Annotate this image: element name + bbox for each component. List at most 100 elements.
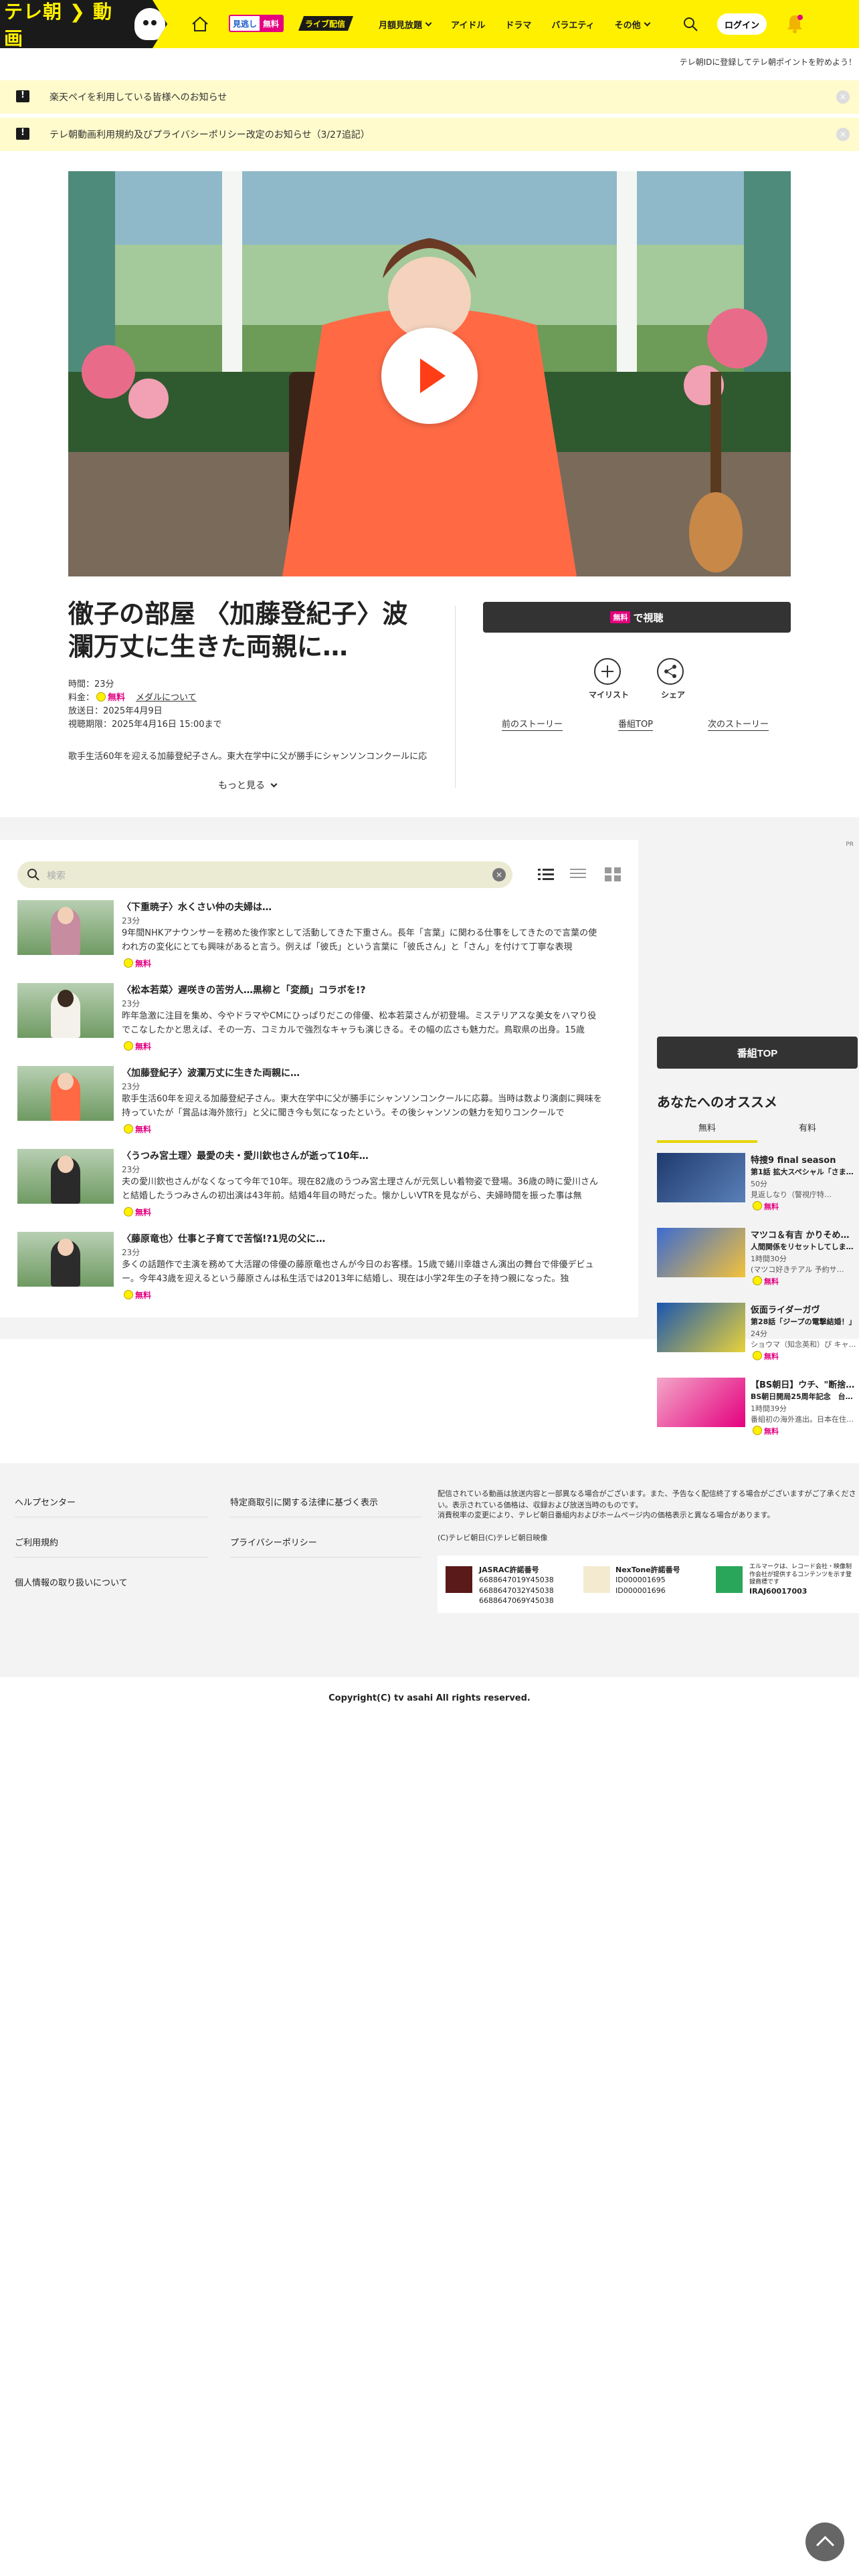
- recommend-duration: 50分: [751, 1180, 767, 1188]
- erm-license: エルマークは、レコード会社・映像制作会社が提供するコンテンツを示す登録商標です …: [749, 1564, 852, 1596]
- chevron-down-icon: [644, 19, 651, 26]
- grid-view-icon[interactable]: [605, 867, 621, 881]
- chevron-down-icon: [425, 19, 432, 26]
- recommend-duration: 24分: [751, 1329, 767, 1338]
- free-badge: 無料: [122, 1206, 151, 1218]
- video-player[interactable]: [68, 171, 791, 576]
- recommend-note: 番組初の海外進出。日本在住…: [751, 1415, 854, 1424]
- episode-thumbnail[interactable]: [17, 1066, 114, 1121]
- share-button[interactable]: [657, 658, 684, 685]
- episode-item-title[interactable]: 〈下重暁子〉水くさい仲の夫婦は…: [122, 900, 272, 914]
- free-badge: 無料: [122, 1123, 151, 1135]
- episode-item-title[interactable]: 〈うつみ宮土理〉最愛の夫・愛川欽也さんが逝って10年…: [122, 1149, 369, 1162]
- bell-icon[interactable]: [785, 13, 804, 33]
- free-catchup-badge[interactable]: 見逃し 無料: [229, 15, 284, 32]
- recommend-item[interactable]: 仮面ライダーガヴ 第28話「ジープの電撃結婚！」 24分 ショウマ（知念英和）ぴ…: [657, 1303, 858, 1363]
- recommend-thumbnail[interactable]: [657, 1153, 745, 1202]
- episode-list-item[interactable]: 〈下重暁子〉水くさい仲の夫婦は… 23分 9年間NHKアナウンサーを務めた後作家…: [17, 900, 606, 974]
- episode-duration: 時間：23分: [68, 679, 114, 689]
- mylist-label: マイリスト: [589, 690, 630, 700]
- recommend-name[interactable]: 仮面ライダーガヴ: [751, 1303, 858, 1315]
- share-label: シェア: [661, 690, 686, 700]
- free-badge: 無料: [122, 1041, 151, 1052]
- nav-drama[interactable]: ドラマ: [505, 18, 531, 31]
- notice-bar[interactable]: テレ朝動画利用規約及びプライバシーポリシー改定のお知らせ（3/27追記） ×: [0, 118, 859, 151]
- login-button[interactable]: ログイン: [717, 13, 767, 35]
- episode-item-title[interactable]: 〈藤原竜也〉仕事と子育てで苦悩!?1児の父に…: [122, 1232, 325, 1245]
- episode-item-title[interactable]: 〈加藤登紀子〉波瀾万丈に生きた両親に…: [122, 1066, 300, 1079]
- footer-tax-note: 消費税率の変更により、テレビ朝日番組内およびホームページ内の価格表示と異なる場合…: [438, 1511, 775, 1519]
- id-register-note[interactable]: テレ朝IDに登録してテレ朝ポイントを貯めよう！: [680, 56, 856, 68]
- tab-paid[interactable]: 有料: [757, 1121, 858, 1140]
- nav-subscription[interactable]: 月額見放題: [379, 18, 432, 31]
- chevron-down-icon: [270, 780, 278, 787]
- episode-list-item[interactable]: 〈松本若菜〉遅咲きの苦労人…黒柳と「変顔」コラボを!? 23分 昨年急激に注目を…: [17, 983, 606, 1057]
- compact-list-icon[interactable]: [570, 867, 586, 881]
- nav-other[interactable]: その他: [615, 18, 651, 31]
- notice-bar[interactable]: 楽天ペイを利用している皆様へのお知らせ ×: [0, 80, 859, 114]
- play-button[interactable]: [381, 328, 478, 424]
- nav-idol[interactable]: アイドル: [451, 18, 485, 31]
- recommend-thumbnail[interactable]: [657, 1378, 745, 1427]
- episode-item-desc: 多くの話題作で主演を務めて大活躍の俳優の藤原竜也さんが今日のお客様。15歳で蜷川…: [122, 1260, 594, 1284]
- notice-text[interactable]: 楽天ペイを利用している皆様へのお知らせ: [50, 90, 227, 104]
- free-badge: 無料: [122, 1289, 151, 1301]
- episode-thumbnail[interactable]: [17, 983, 114, 1038]
- nav-variety[interactable]: バラエティ: [551, 18, 594, 31]
- recommend-subtitle: 人間関係をリセットしてしま…: [751, 1243, 854, 1251]
- tab-free[interactable]: 無料: [657, 1121, 757, 1143]
- commerce-law-link[interactable]: 特定商取引に関する法律に基づく表示: [230, 1495, 378, 1508]
- share-icon: [664, 665, 676, 678]
- recommend-name[interactable]: 特捜9 final season: [751, 1153, 858, 1166]
- episode-item-title[interactable]: 〈松本若菜〉遅咲きの苦労人…黒柳と「変顔」コラボを!?: [122, 983, 366, 996]
- episode-item-desc: 9年間NHKアナウンサーを務めた後作家として活動してきた下重さん。長年「言葉」に…: [122, 928, 597, 952]
- notice-text[interactable]: テレ朝動画利用規約及びプライバシーポリシー改定のお知らせ（3/27追記）: [50, 128, 370, 141]
- recommend-thumbnail[interactable]: [657, 1228, 745, 1277]
- episode-title: 徹子の部屋 〈加藤登紀子〉波瀾万丈に生きた両親に…: [68, 599, 408, 662]
- program-top-link[interactable]: 番組TOP: [618, 717, 654, 731]
- mylist-button[interactable]: [594, 658, 621, 685]
- episode-item-desc: 歌手生活60年を迎える加藤登紀子さん。東大在学中に父が勝手にシャンソンコンクール…: [122, 1094, 602, 1118]
- recommend-thumbnail[interactable]: [657, 1303, 745, 1352]
- recommend-item[interactable]: 【BS朝日】ウチ、"断捨… BS朝日開局25周年記念 台… 1時間39分 番組初…: [657, 1378, 858, 1438]
- episode-thumbnail[interactable]: [17, 1232, 114, 1287]
- clear-icon[interactable]: ×: [492, 868, 506, 881]
- prev-story-link[interactable]: 前のストーリー: [502, 717, 563, 731]
- episode-thumbnail[interactable]: [17, 1149, 114, 1204]
- main-nav: 月額見放題 アイドル ドラマ バラエティ その他: [379, 0, 651, 48]
- recommend-name[interactable]: マツコ＆有吉 かりそめ…: [751, 1228, 858, 1241]
- back-to-top-button[interactable]: [805, 2523, 844, 2561]
- episode-list-item[interactable]: 〈藤原竜也〉仕事と子育てで苦悩!?1児の父に… 23分 多くの話題作で主演を務め…: [17, 1232, 606, 1305]
- recommend-item[interactable]: マツコ＆有吉 かりそめ… 人間関係をリセットしてしま… 1時間30分 (マツコ好…: [657, 1228, 858, 1288]
- episode-search-input[interactable]: 検索 ×: [17, 861, 512, 888]
- divider: [455, 606, 456, 788]
- list-view-icon[interactable]: [538, 867, 554, 881]
- close-icon[interactable]: ×: [836, 128, 850, 141]
- recommend-name[interactable]: 【BS朝日】ウチ、"断捨…: [751, 1378, 858, 1390]
- help-center-link[interactable]: ヘルプセンター: [15, 1495, 76, 1508]
- broadcast-date: 放送日：2025年4月9日: [68, 706, 163, 716]
- next-story-link[interactable]: 次のストーリー: [708, 717, 769, 731]
- search-icon[interactable]: [682, 16, 698, 32]
- recommend-duration: 1時間39分: [751, 1404, 787, 1413]
- recommend-item[interactable]: 特捜9 final season 第1話 拡大スペシャル「さま… 50分 見返し…: [657, 1153, 858, 1213]
- recommend-duration: 1時間30分: [751, 1255, 787, 1263]
- home-icon[interactable]: [191, 16, 209, 32]
- episode-list-item[interactable]: 〈加藤登紀子〉波瀾万丈に生きた両親に… 23分 歌手生活60年を迎える加藤登紀子…: [17, 1066, 606, 1140]
- live-badge[interactable]: ライブ配信: [298, 16, 353, 31]
- terms-link[interactable]: ご利用規約: [15, 1535, 58, 1548]
- watch-free-button[interactable]: 無料 で視聴: [483, 602, 791, 633]
- medal-info-link[interactable]: メダルについて: [136, 693, 197, 703]
- show-more-button[interactable]: もっと見る: [218, 778, 278, 792]
- episode-item-desc: 夫の愛川欽也さんがなくなって今年で10年。現在82歳のうつみ宮土理さんが元気しい…: [122, 1177, 598, 1201]
- recommend-note: (マツコ好きテアル 予約サ…: [751, 1265, 844, 1274]
- episode-list-item[interactable]: 〈うつみ宮土理〉最愛の夫・愛川欽也さんが逝って10年… 23分 夫の愛川欽也さん…: [17, 1149, 606, 1222]
- site-logo[interactable]: テレ朝 ❯ 動画: [0, 0, 167, 48]
- notice-icon: [16, 90, 29, 102]
- search-icon: [27, 869, 39, 881]
- privacy-handling-link[interactable]: 個人情報の取り扱いについて: [15, 1576, 128, 1588]
- program-top-button[interactable]: 番組TOP: [657, 1037, 858, 1069]
- close-icon[interactable]: ×: [836, 90, 850, 104]
- privacy-policy-link[interactable]: プライバシーポリシー: [230, 1535, 317, 1548]
- episode-thumbnail[interactable]: [17, 900, 114, 955]
